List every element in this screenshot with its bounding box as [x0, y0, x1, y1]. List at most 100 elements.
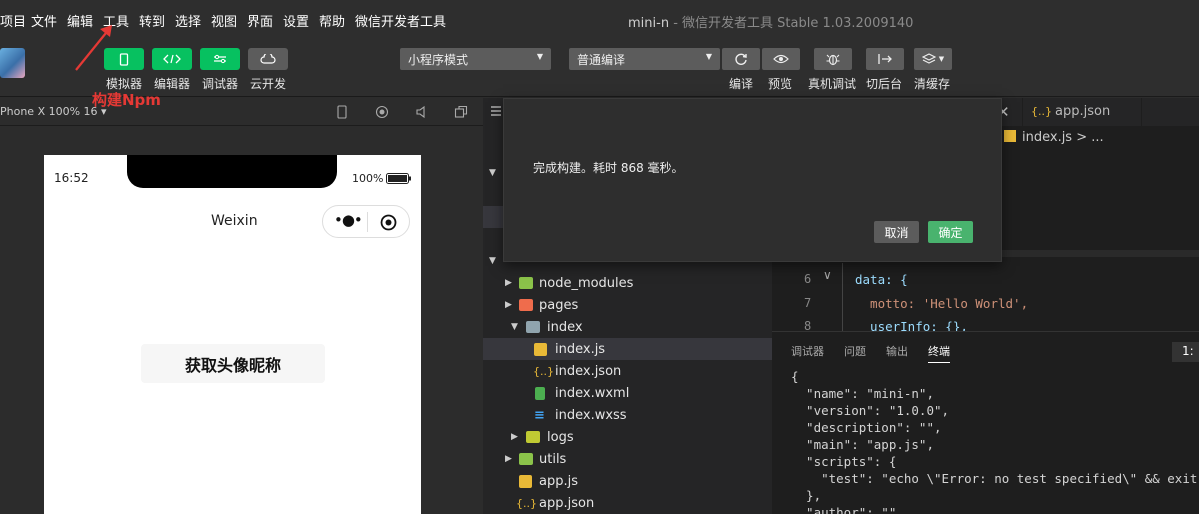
tree-item-label: index: [547, 319, 583, 335]
tree-item-label: logs: [547, 429, 574, 445]
console-panel: 调试器 问题 输出 终端 1: { "name": "mini-n", "ver…: [772, 331, 1199, 514]
menu-view[interactable]: 视图: [211, 11, 237, 30]
phone-notch: [127, 155, 337, 188]
speaker-icon[interactable]: [415, 105, 429, 119]
avatar[interactable]: [0, 48, 25, 78]
breadcrumb-rest: > ...: [1072, 130, 1104, 145]
menu-goto[interactable]: 转到: [139, 11, 165, 30]
menu-settings[interactable]: 设置: [283, 11, 309, 30]
compile-button[interactable]: [722, 48, 760, 70]
terminal-line: {: [791, 369, 799, 384]
tree-item-index-wxss[interactable]: ≡ index.wxss: [483, 404, 772, 426]
menu-help[interactable]: 帮助: [319, 11, 345, 30]
chevron-down-icon[interactable]: ▼: [489, 168, 496, 178]
code-icon: [163, 54, 181, 64]
phone-screen: 16:52 100% Weixin •●• 获取头像昵称: [44, 155, 421, 514]
chevron-right-icon: ▶: [505, 300, 512, 310]
window-title-rest: - 微信开发者工具 Stable 1.03.2009140: [669, 16, 914, 31]
chevron-down-icon[interactable]: ▼: [489, 256, 496, 266]
tab-label: app.json: [1055, 104, 1111, 119]
debugger-button[interactable]: [200, 48, 240, 70]
background-button[interactable]: [866, 48, 904, 70]
tree-item-pages[interactable]: ▶ pages: [483, 294, 772, 316]
wxml-file-icon: [535, 386, 545, 400]
tree-item-app-json[interactable]: {..} app.json: [483, 492, 772, 514]
menu-wechat-devtools[interactable]: 微信开发者工具: [355, 11, 446, 30]
tree-item-index-wxml[interactable]: index.wxml: [483, 382, 772, 404]
annotation-arrow-icon: [75, 25, 112, 71]
phone-outline-icon[interactable]: [336, 105, 348, 119]
compile-select-value: 普通编译: [577, 53, 626, 67]
dialog-message: 完成构建。耗时 868 毫秒。: [533, 161, 684, 175]
battery-icon: [386, 173, 411, 184]
tab-debugger[interactable]: 调试器: [791, 343, 824, 359]
mode-select-value: 小程序模式: [408, 53, 469, 67]
mode-select[interactable]: 小程序模式 ▼: [400, 48, 551, 70]
record-icon[interactable]: [375, 105, 389, 119]
json-file-icon: {..}: [1031, 105, 1052, 118]
menu-project[interactable]: 项目: [0, 11, 26, 30]
tree-item-label: index.json: [555, 363, 622, 379]
toolbar: 模拟器 编辑器 调试器 云开发 小程序模式 ▼ 普通编译 ▼ ▼ 编译 预览 真…: [0, 40, 1199, 97]
js-file-icon: [534, 342, 547, 356]
terminal-line: "description": "",: [791, 420, 942, 435]
get-avatar-button[interactable]: 获取头像昵称: [141, 344, 325, 383]
terminal-selector[interactable]: 1:: [1172, 342, 1199, 362]
tab-problems[interactable]: 问题: [844, 343, 866, 359]
real-debug-button[interactable]: [814, 48, 852, 70]
menu-list-icon[interactable]: [490, 105, 502, 117]
folder-icon: [519, 299, 533, 311]
indent-guide: [842, 263, 843, 331]
more-icon[interactable]: •●•: [334, 211, 363, 229]
clear-cache-button[interactable]: ▼: [914, 48, 952, 70]
chevron-down-icon: ▼: [705, 52, 712, 61]
code-line[interactable]: motto: 'Hello World',: [855, 296, 1028, 311]
json-file-icon: {..}: [533, 364, 554, 378]
tree-item-label: index.js: [555, 341, 606, 357]
clear-cache-label: 清缓存: [914, 77, 951, 91]
cloud-button[interactable]: [248, 48, 288, 70]
status-time: 16:52: [54, 171, 89, 185]
terminal-line: "version": "1.0.0",: [791, 403, 950, 418]
simulator-toolbar: Phone X 100% 16 ▾: [0, 98, 483, 126]
tree-item-index-js[interactable]: index.js: [483, 338, 772, 360]
tree-item-utils[interactable]: ▶ utils: [483, 448, 772, 470]
tree-item-index-json[interactable]: {..} index.json: [483, 360, 772, 382]
debugger-label: 调试器: [202, 77, 239, 91]
compile-select[interactable]: 普通编译 ▼: [569, 48, 720, 70]
tab-app-json[interactable]: {..} app.json: [1022, 98, 1142, 126]
json-file-icon: {..}: [516, 496, 537, 510]
code-line[interactable]: data: {: [855, 272, 908, 287]
popout-icon[interactable]: [454, 105, 468, 119]
tree-item-node-modules[interactable]: ▶ node_modules: [483, 272, 772, 294]
cloud-icon: [260, 54, 276, 64]
simulator-panel: Phone X 100% 16 ▾ 16:52 100% Weixin •●• …: [0, 98, 483, 514]
close-miniprogram-icon[interactable]: [380, 214, 397, 231]
tree-item-app-js[interactable]: app.js: [483, 470, 772, 492]
tab-terminal[interactable]: 终端: [928, 343, 950, 363]
confirm-button[interactable]: 确定: [928, 221, 973, 243]
folder-open-icon: [526, 321, 540, 333]
tree-item-label: utils: [539, 451, 567, 467]
preview-button[interactable]: [762, 48, 800, 70]
menu-interface[interactable]: 界面: [247, 11, 273, 30]
compile-label: 编译: [729, 77, 754, 91]
editor-button[interactable]: [152, 48, 192, 70]
menu-select[interactable]: 选择: [175, 11, 201, 30]
tree-item-logs[interactable]: ▶ logs: [483, 426, 772, 448]
cancel-button[interactable]: 取消: [874, 221, 919, 243]
tree-item-label: app.js: [539, 473, 578, 489]
refresh-icon: [735, 53, 747, 65]
device-select[interactable]: Phone X 100% 16 ▾: [0, 105, 107, 118]
menu-file[interactable]: 文件: [31, 11, 57, 30]
fold-chevron-icon[interactable]: ∨: [823, 268, 832, 282]
capsule-button: •●•: [322, 205, 410, 238]
preview-label: 预览: [768, 77, 793, 91]
chevron-right-icon: ▶: [505, 278, 512, 288]
tab-output[interactable]: 输出: [886, 343, 908, 359]
breadcrumb-file[interactable]: index.js: [1022, 130, 1072, 145]
tree-item-label: pages: [539, 297, 579, 313]
tree-item-label: index.wxss: [555, 407, 627, 423]
sliders-icon: [214, 54, 226, 64]
tree-item-index-folder[interactable]: ▼ index: [483, 316, 772, 338]
